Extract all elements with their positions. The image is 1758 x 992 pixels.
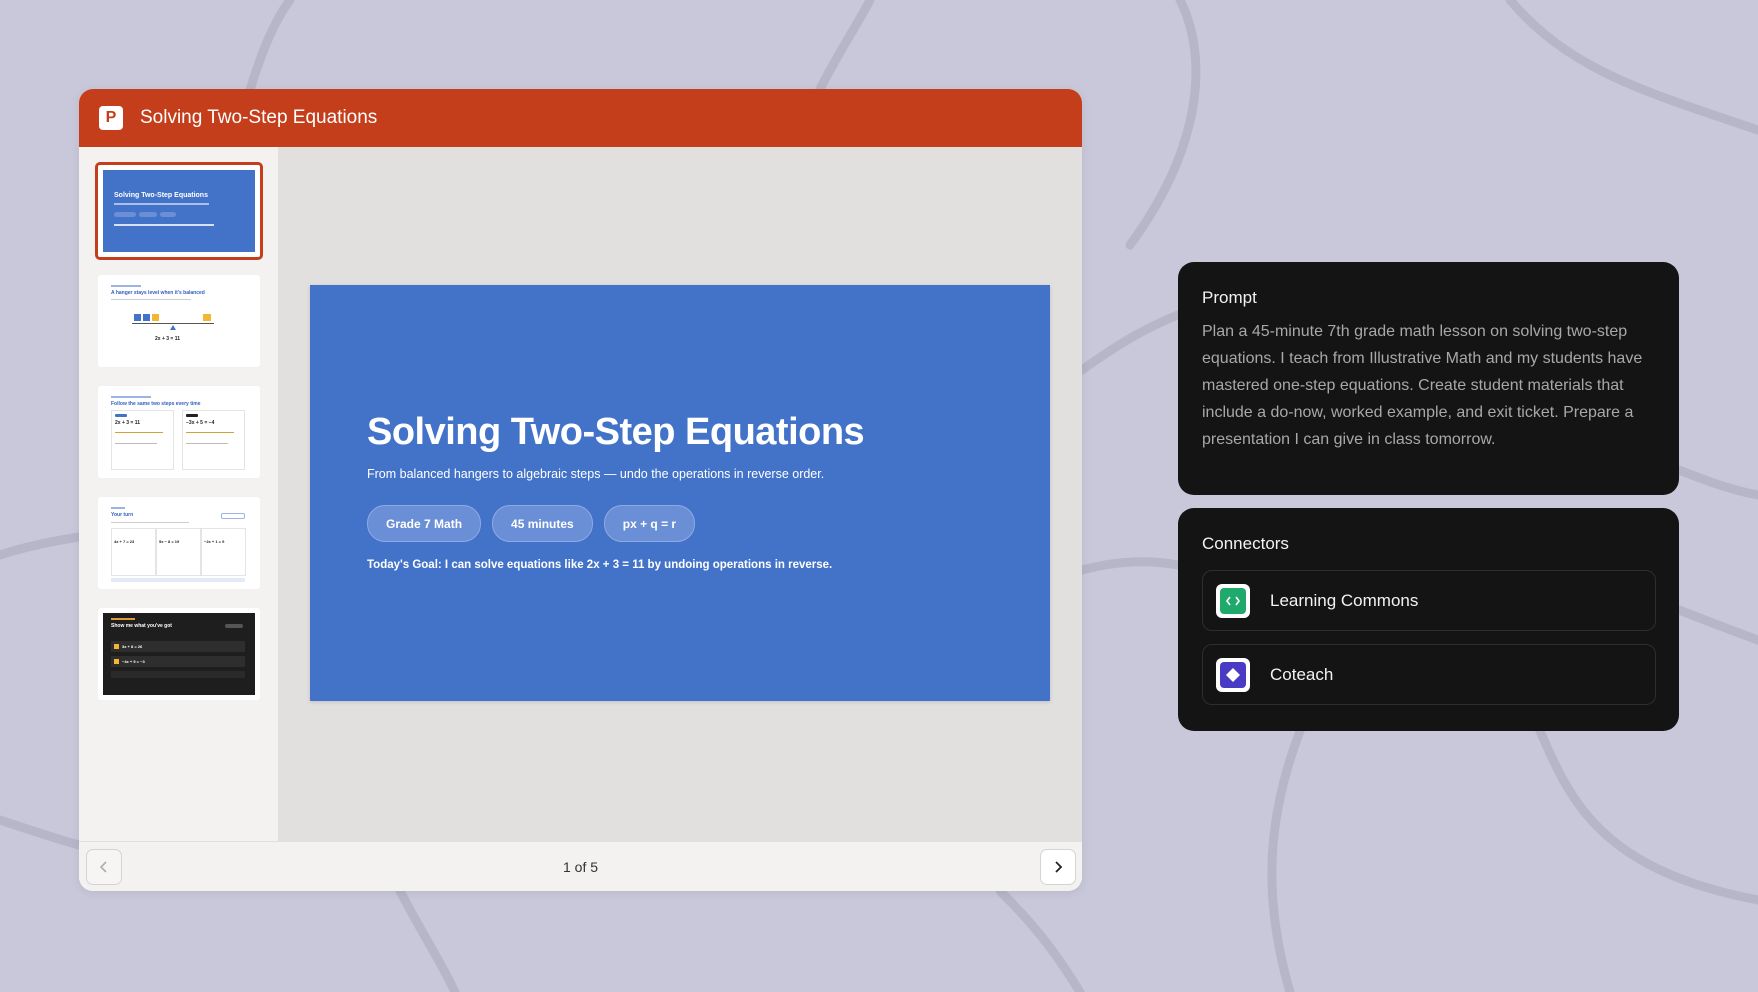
thumbnail-caption: 2x + 3 = 11 (155, 336, 181, 342)
code-brackets-icon (1226, 596, 1240, 605)
thumbnail-left-equation: 2x + 3 = 11 (115, 420, 141, 426)
thumbnail-exit-1: 3x + 8 = 26 (122, 644, 143, 649)
thumbnail-title: Solving Two-Step Equations (114, 192, 208, 199)
thumbnail-title: Follow the same two steps every time (111, 401, 201, 407)
slide-thumbnail-2[interactable]: A hanger stays level when it's balanced … (96, 273, 262, 369)
thumbnail-problem-3: −2x + 1 = 9 (204, 539, 225, 544)
connector-label: Learning Commons (1270, 590, 1419, 610)
diamond-icon (1226, 667, 1240, 682)
connectors-heading: Connectors (1202, 534, 1289, 553)
thumbnail-right-equation: −3x + 5 = −4 (186, 420, 215, 426)
connector-coteach[interactable]: Coteach (1202, 644, 1656, 705)
slide-goal: Today's Goal: I can solve equations like… (367, 559, 833, 571)
window-titlebar: P Solving Two-Step Equations (79, 89, 1082, 147)
chip-formula: px + q = r (603, 505, 696, 542)
thumbnail-title: Show me what you've got (111, 623, 172, 629)
powerpoint-icon: P (99, 106, 123, 130)
thumbnail-title: A hanger stays level when it's balanced (111, 290, 205, 296)
prompt-heading: Prompt (1202, 288, 1257, 307)
slide-thumbnail-5[interactable]: Show me what you've got 3x + 8 = 26 −4x … (96, 606, 262, 702)
chip-duration: 45 minutes (492, 505, 593, 542)
thumbnail-exit-2: −4x + 9 = −3 (122, 659, 145, 664)
next-slide-button[interactable] (1040, 849, 1076, 885)
connector-label: Coteach (1270, 664, 1334, 684)
presentation-window: P Solving Two-Step Equations Solving Two… (79, 89, 1082, 891)
chevron-right-icon (1055, 861, 1063, 873)
chip-grade: Grade 7 Math (367, 505, 482, 542)
current-slide[interactable]: Solving Two-Step Equations From balanced… (310, 285, 1050, 701)
learning-commons-logo (1216, 583, 1250, 618)
prompt-text: Plan a 45-minute 7th grade math lesson o… (1202, 323, 1643, 448)
slide-subtitle: From balanced hangers to algebraic steps… (367, 467, 825, 481)
thumbnail-problem-1: 4x + 7 = 23 (114, 539, 135, 544)
connectors-panel: Connectors Learning Commons Coteach (1178, 508, 1679, 731)
slide-thumbnails-panel: Solving Two-Step Equations A hanger stay… (79, 147, 279, 841)
slide-thumbnail-3[interactable]: Follow the same two steps every time 2x … (96, 384, 262, 480)
slide-thumbnail-1[interactable]: Solving Two-Step Equations (95, 162, 263, 260)
prompt-panel: Prompt Plan a 45-minute 7th grade math l… (1178, 262, 1679, 495)
coteach-logo (1216, 657, 1250, 692)
thumbnail-problem-2: 5x − 8 = 19 (159, 539, 180, 544)
connector-learning-commons[interactable]: Learning Commons (1202, 570, 1656, 631)
slide-counter: 1 of 5 (562, 859, 599, 875)
thumbnail-title: Your turn (111, 512, 134, 518)
slide-navigation-bar: 1 of 5 (79, 841, 1082, 891)
slide-thumbnail-4[interactable]: Your turn 4x + 7 = 23 5x − 8 = 19 −2x + … (96, 495, 262, 591)
slide-title: Solving Two-Step Equations (367, 411, 865, 453)
slide-editor-canvas: Solving Two-Step Equations From balanced… (279, 147, 1082, 841)
slide-chips: Grade 7 Math 45 minutes px + q = r (367, 505, 696, 542)
window-title: Solving Two-Step Equations (140, 107, 378, 128)
